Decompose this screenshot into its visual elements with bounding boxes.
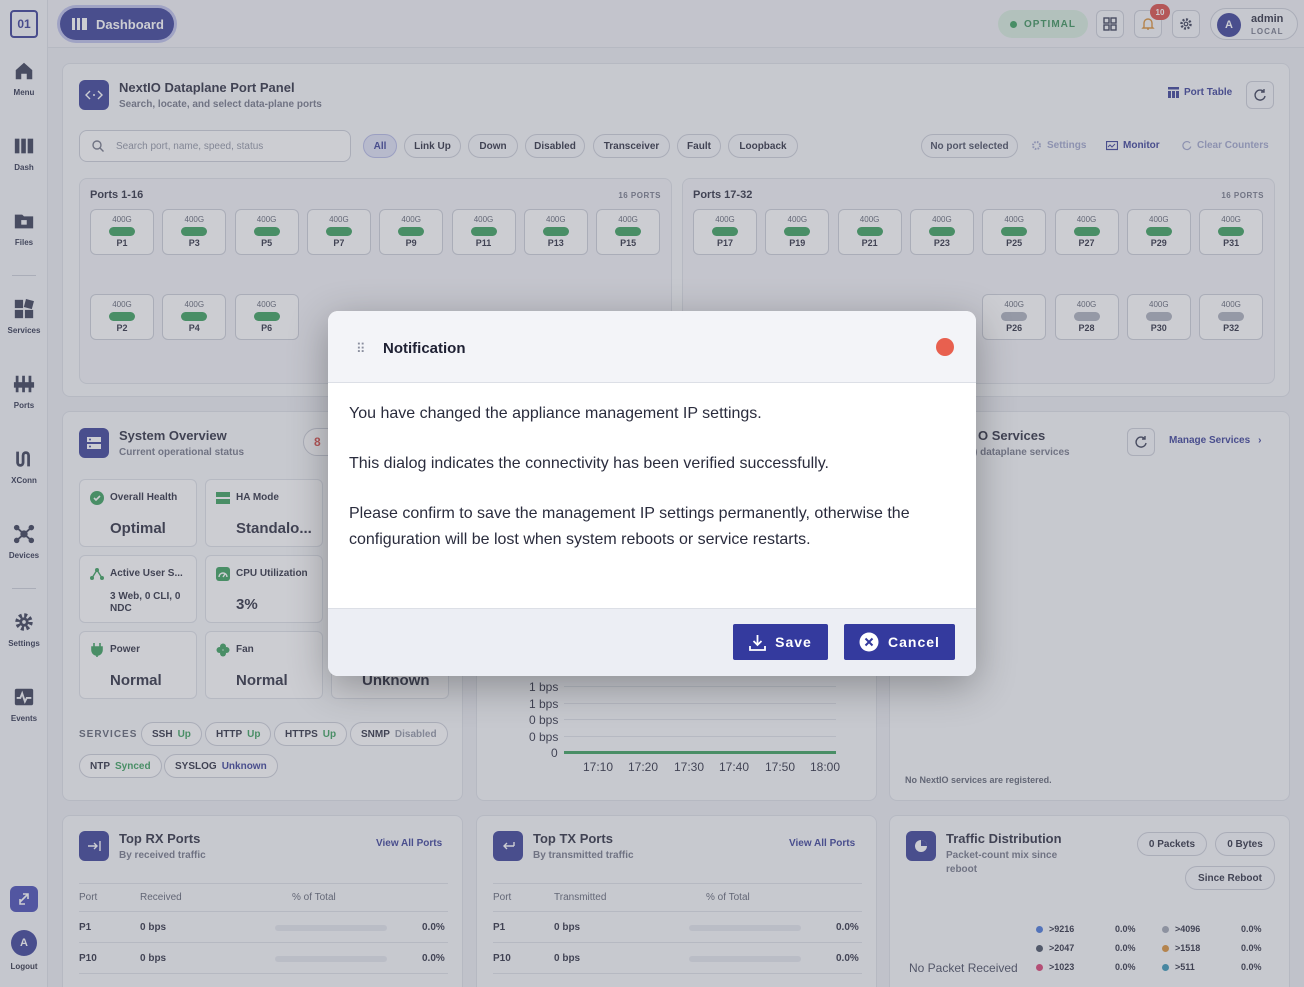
drag-handle-icon[interactable]: ⠿ (356, 341, 365, 357)
dialog-header[interactable]: ⠿ Notification (328, 311, 976, 383)
dialog-title: Notification (383, 340, 466, 357)
close-circle-icon (859, 632, 879, 652)
close-button[interactable] (936, 338, 954, 356)
dialog-body: You have changed the appliance managemen… (349, 401, 959, 577)
dialog-message-1: You have changed the appliance managemen… (349, 405, 762, 422)
notification-dialog: ⠿ Notification You have changed the appl… (328, 311, 976, 676)
dialog-footer: Save Cancel (328, 608, 976, 676)
cancel-label: Cancel (888, 634, 940, 650)
save-label: Save (775, 634, 812, 650)
app-root: 01 Menu Dash Files Services Ports XConn (0, 0, 1304, 987)
cancel-button[interactable]: Cancel (844, 624, 955, 660)
save-button[interactable]: Save (733, 624, 828, 660)
download-icon (749, 634, 767, 651)
dialog-message-2: This dialog indicates the connectivity h… (349, 455, 829, 472)
dialog-message-3: Please confirm to save the management IP… (349, 505, 910, 548)
